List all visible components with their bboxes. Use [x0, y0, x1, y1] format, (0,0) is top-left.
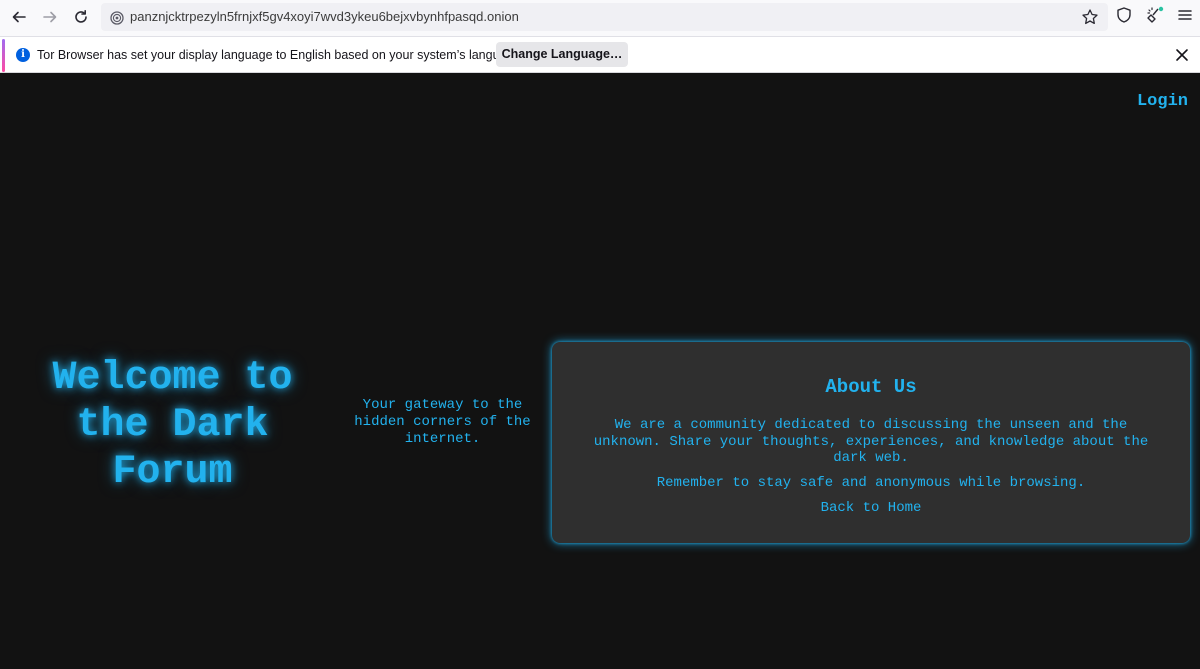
back-arrow-icon	[12, 11, 26, 23]
reload-icon	[75, 10, 87, 23]
browser-toolbar: panznjcktrpezyln5frnjxf5gv4xoyi7wvd3ykeu…	[0, 0, 1200, 36]
back-to-home-link[interactable]: Back to Home	[552, 500, 1190, 516]
shield-icon[interactable]	[1115, 6, 1133, 24]
back-button[interactable]	[4, 2, 34, 32]
forward-button[interactable]	[35, 2, 65, 32]
about-heading: About Us	[825, 376, 917, 398]
safety-reminder: Remember to stay safe and anonymous whil…	[656, 475, 1086, 491]
about-description: We are a community dedicated to discussi…	[593, 417, 1149, 466]
star-icon[interactable]	[1081, 8, 1099, 26]
onion-icon[interactable]	[109, 9, 125, 25]
language-notification-bar: i Tor Browser has set your display langu…	[0, 36, 1200, 73]
notification-message: Tor Browser has set your display languag…	[37, 48, 524, 62]
page-content: Login Welcome to the Dark Forum Your gat…	[0, 75, 1200, 669]
tagline: Your gateway to the hidden corners of th…	[354, 397, 531, 447]
hamburger-menu-icon[interactable]	[1176, 6, 1194, 24]
notification-accent	[2, 39, 5, 72]
login-link[interactable]: Login	[1137, 92, 1188, 111]
reload-button[interactable]	[66, 2, 96, 32]
address-bar[interactable]: panznjcktrpezyln5frnjxf5gv4xoyi7wvd3ykeu…	[101, 3, 1108, 31]
info-icon: i	[16, 48, 30, 62]
broom-icon[interactable]	[1146, 6, 1164, 24]
forward-arrow-icon	[43, 11, 57, 23]
change-language-button[interactable]: Change Language…	[496, 42, 628, 67]
hero-title-line: the Dark	[76, 403, 269, 448]
hero-title-line: Forum	[112, 450, 233, 495]
about-card: About Us We are a community dedicated to…	[552, 342, 1190, 543]
close-icon[interactable]	[1174, 47, 1190, 63]
hero-title-line: Welcome to	[52, 356, 293, 401]
url-text[interactable]: panznjcktrpezyln5frnjxf5gv4xoyi7wvd3ykeu…	[130, 9, 519, 24]
hero-title: Welcome to the Dark Forum	[40, 355, 305, 496]
